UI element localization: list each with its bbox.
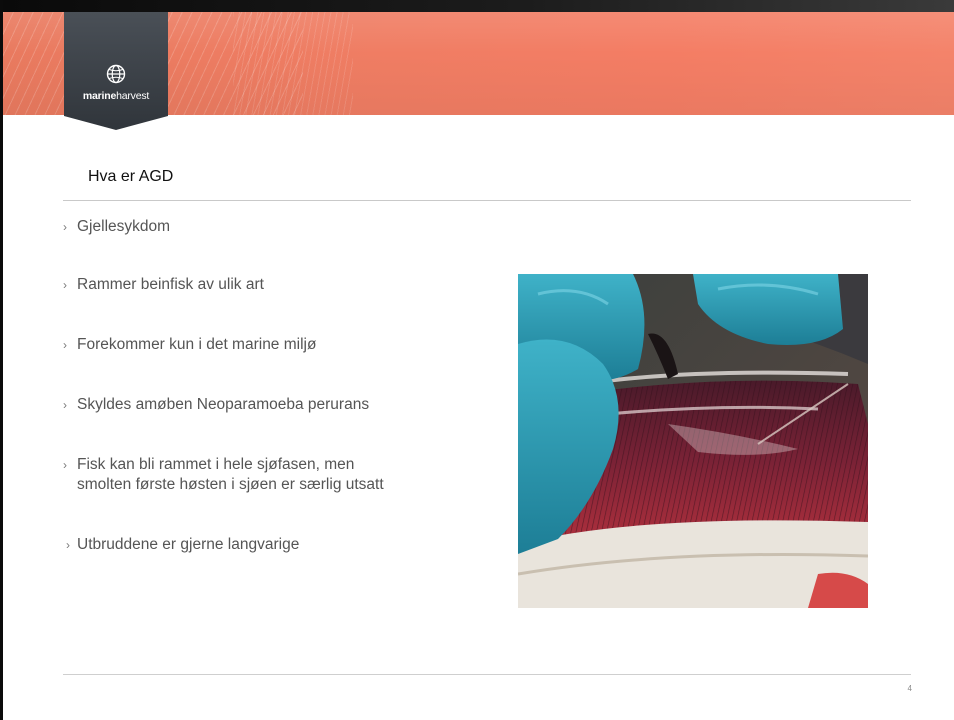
bullet-text: Utbruddene er gjerne langvarige — [77, 536, 300, 553]
title-divider — [63, 200, 911, 201]
bullet-text: Skyldes amøben Neoparamoeba perurans — [77, 396, 370, 413]
page-number: 4 — [907, 684, 912, 693]
bullet-text: Rammer beinfisk av ulik art — [77, 276, 264, 293]
bullet-marker: › — [63, 398, 67, 412]
bullet-marker: › — [63, 278, 67, 292]
bullet-text: Gjellesykdom — [77, 218, 171, 235]
company-logo: marineharvest — [64, 12, 168, 130]
bullet-marker: › — [63, 458, 67, 472]
bullet-item: › Gjellesykdom — [63, 217, 170, 237]
top-frame-bar — [0, 0, 954, 12]
bullet-item: › Fisk kan bli rammet i hele sjøfasen, m… — [63, 455, 384, 495]
bullet-marker: › — [66, 538, 70, 552]
logo-wordmark: marineharvest — [64, 90, 168, 102]
logo-wordmark-light: harvest — [116, 90, 150, 102]
gill-photo — [518, 274, 868, 608]
gill-photo-illustration — [518, 274, 868, 608]
bullet-item: › Rammer beinfisk av ulik art — [63, 275, 264, 295]
bullet-item: › Utbruddene er gjerne langvarige — [63, 535, 299, 555]
bullet-marker: › — [63, 338, 67, 352]
bullet-item: › Skyldes amøben Neoparamoeba perurans — [63, 395, 369, 415]
bullet-text-line: smolten første høsten i sjøen er særlig … — [77, 476, 384, 493]
bullet-text: Fisk kan bli rammet i hele sjøfasen, men… — [77, 455, 384, 495]
globe-icon — [106, 64, 126, 84]
slide-title: Hva er AGD — [88, 168, 174, 185]
bullet-text: Forekommer kun i det marine miljø — [77, 336, 317, 353]
logo-wordmark-bold: marine — [82, 90, 117, 102]
bullet-marker: › — [63, 220, 67, 234]
footer-divider — [63, 674, 911, 675]
bullet-text-line: Fisk kan bli rammet i hele sjøfasen, men — [77, 456, 355, 473]
bullet-item: › Forekommer kun i det marine miljø — [63, 335, 316, 355]
